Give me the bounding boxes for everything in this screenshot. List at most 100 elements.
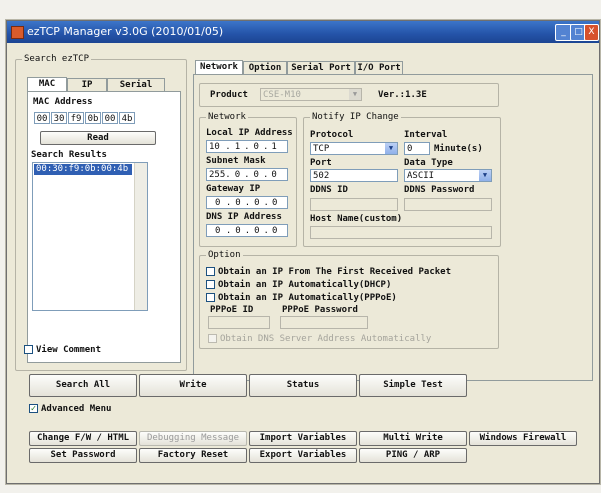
local-ip-octet-4: 1 (271, 142, 277, 152)
tab-mac[interactable]: MAC (27, 77, 67, 92)
pppoe-id-label: PPPoE ID (210, 305, 254, 315)
search-result-item[interactable]: 00:30:f9:0b:00:4b (34, 164, 132, 175)
dns-auto-checkbox[interactable] (208, 334, 217, 343)
dns-octet-2: 0 (235, 226, 241, 236)
dns-octet-1: 0 (215, 226, 221, 236)
search-eztcp-label: Search ezTCP (22, 54, 92, 64)
first-packet-checkbox[interactable] (206, 267, 215, 276)
protocol-value: TCP (313, 144, 330, 154)
simple-test-button[interactable]: Simple Test (359, 374, 467, 397)
search-results-list[interactable]: 00:30:f9:0b:00:4b (32, 162, 148, 311)
advanced-menu-label: Advanced Menu (41, 404, 112, 414)
mac-octet-3[interactable]: f9 (68, 112, 84, 124)
subnet-octet-2: 0 (234, 170, 241, 180)
ddns-id-label: DDNS ID (310, 185, 348, 195)
subnet-octet-3: 0 (253, 170, 259, 180)
search-all-button[interactable]: Search All (29, 374, 137, 397)
gateway-octet-1: 0 (215, 198, 221, 208)
mac-octet-6[interactable]: 4b (119, 112, 135, 124)
data-type-select[interactable]: ASCII ▼ (404, 169, 492, 182)
mac-octet-5[interactable]: 00 (102, 112, 118, 124)
subnet-mask-label: Subnet Mask (206, 156, 266, 166)
product-dropdown-icon: ▼ (349, 89, 361, 100)
tab-option[interactable]: Option (243, 61, 287, 75)
mac-octet-2[interactable]: 30 (51, 112, 67, 124)
local-ip-label: Local IP Address (206, 128, 293, 138)
pppoe-id-input[interactable] (208, 316, 270, 329)
interval-label: Interval (404, 130, 448, 140)
version-label: Ver.:1.3E (378, 90, 427, 100)
subnet-mask-field[interactable]: 255. 0. 0. 0 (206, 168, 288, 181)
protocol-select[interactable]: TCP ▼ (310, 142, 398, 155)
mac-address-input[interactable]: 00 30 f9 0b 00 4b (34, 112, 174, 126)
read-button[interactable]: Read (40, 131, 156, 145)
multi-write-button[interactable]: Multi Write (359, 431, 467, 446)
pppoe-checkbox[interactable] (206, 293, 215, 302)
mac-octet-1[interactable]: 00 (34, 112, 50, 124)
data-type-label: Data Type (404, 158, 453, 168)
advanced-menu-checkbox[interactable]: ✓ (29, 404, 38, 414)
pppoe-password-input[interactable] (280, 316, 368, 329)
port-input[interactable]: 502 (310, 169, 398, 182)
window-title: ezTCP Manager v3.0G (2010/01/05) (27, 25, 224, 38)
pppoe-label: Obtain an IP Automatically(PPPoE) (218, 293, 397, 303)
product-value: CSE-M10 (263, 90, 301, 100)
gateway-octet-3: 0 (254, 198, 260, 208)
import-variables-button[interactable]: Import Variables (249, 431, 357, 446)
dns-octet-3: 0 (254, 226, 260, 236)
dns-octet-4: 0 (271, 226, 278, 236)
gateway-ip-field[interactable]: 0 .0.0.0 (206, 196, 288, 209)
dns-auto-label: Obtain DNS Server Address Automatically (220, 334, 432, 344)
ddns-password-input[interactable] (404, 198, 492, 211)
tab-serial-port[interactable]: Serial Port (287, 61, 355, 75)
set-password-button[interactable]: Set Password (29, 448, 137, 463)
mac-address-label: MAC Address (33, 97, 93, 107)
pppoe-password-label: PPPoE Password (282, 305, 358, 315)
debugging-message-button[interactable]: Debugging Message (139, 431, 247, 446)
tab-ip[interactable]: IP (67, 78, 107, 92)
view-comment-checkbox[interactable] (24, 345, 33, 354)
export-variables-button[interactable]: Export Variables (249, 448, 357, 463)
ping-arp-button[interactable]: PING / ARP (359, 448, 467, 463)
interval-unit-label: Minute(s) (434, 144, 483, 154)
first-packet-label: Obtain an IP From The First Received Pac… (218, 267, 451, 277)
local-ip-octet-2: 1 (234, 142, 241, 152)
app-icon (11, 26, 24, 39)
port-label: Port (310, 158, 332, 168)
search-tab-panel: MAC Address 00 30 f9 0b 00 4b Read Searc… (24, 91, 181, 363)
product-select[interactable]: CSE-M10 ▼ (260, 88, 362, 101)
data-type-dropdown-icon: ▼ (479, 170, 491, 181)
gateway-octet-4: 0 (271, 198, 278, 208)
notify-ip-change-label: Notify IP Change (310, 112, 401, 122)
title-bar[interactable]: ezTCP Manager v3.0G (2010/01/05) _ □ X (7, 21, 599, 43)
tab-network[interactable]: Network (195, 60, 243, 75)
results-scrollbar[interactable] (134, 163, 147, 310)
status-button[interactable]: Status (249, 374, 357, 397)
close-button[interactable]: X (584, 24, 599, 41)
ddns-password-label: DDNS Password (404, 185, 475, 195)
network-group: Network Local IP Address 10 .1.0.1 Subne… (199, 112, 297, 247)
tab-io-port[interactable]: I/O Port (355, 61, 403, 75)
dns-ip-field[interactable]: 0 .0.0.0 (206, 224, 288, 237)
ddns-id-input[interactable] (310, 198, 398, 211)
factory-reset-button[interactable]: Factory Reset (139, 448, 247, 463)
gateway-ip-label: Gateway IP (206, 184, 261, 194)
host-name-input[interactable] (310, 226, 492, 239)
mac-octet-4[interactable]: 0b (85, 112, 101, 124)
local-ip-octet-3: 0 (253, 142, 259, 152)
local-ip-field[interactable]: 10 .1.0.1 (206, 140, 288, 153)
tab-serial[interactable]: Serial (107, 78, 165, 92)
network-group-label: Network (206, 112, 248, 122)
dns-ip-label: DNS IP Address (206, 212, 282, 222)
eztcp-manager-window: ezTCP Manager v3.0G (2010/01/05) _ □ X S… (6, 20, 600, 484)
change-fw-html-button[interactable]: Change F/W / HTML (29, 431, 137, 446)
write-button[interactable]: Write (139, 374, 247, 397)
notify-ip-change-group: Notify IP Change Protocol TCP ▼ Interval… (303, 112, 501, 247)
local-ip-octet-1: 10 (209, 142, 220, 152)
windows-firewall-button[interactable]: Windows Firewall (469, 431, 577, 446)
host-name-label: Host Name(custom) (310, 214, 403, 224)
dhcp-checkbox[interactable] (206, 280, 215, 289)
interval-input[interactable]: 0 (404, 142, 430, 155)
view-comment-label: View Comment (36, 345, 102, 355)
data-type-value: ASCII (407, 171, 435, 181)
